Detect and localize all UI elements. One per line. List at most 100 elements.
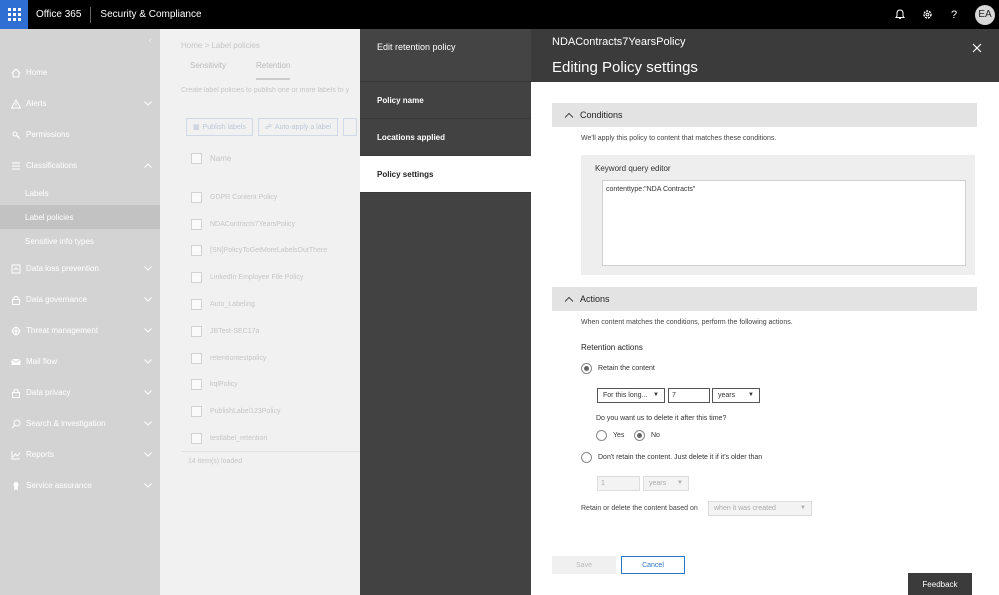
kqe-label: Keyword query editor xyxy=(595,164,671,173)
row-name: Auto_Labeling xyxy=(210,301,255,309)
table-row[interactable]: PublishLabel123Policy xyxy=(191,398,327,425)
dlp-icon xyxy=(10,263,21,274)
yes-radio[interactable] xyxy=(596,430,607,441)
row-checkbox[interactable] xyxy=(191,406,202,418)
dropdown-arrow-icon: ▼ xyxy=(677,480,683,486)
nav-item-permissions[interactable]: Permissions xyxy=(0,119,160,150)
row-checkbox[interactable] xyxy=(191,272,202,284)
nav-item-service-assurance[interactable]: Service assurance xyxy=(0,470,160,501)
nav-subitem-labels[interactable]: Labels xyxy=(0,181,160,205)
row-checkbox[interactable] xyxy=(191,325,202,337)
dont-retain-radio[interactable] xyxy=(581,452,592,463)
step-policy-name[interactable]: Policy name xyxy=(360,82,531,119)
table-row[interactable]: JBTest-SEC17a xyxy=(191,318,327,345)
nav-subitem-sensitive-info-types[interactable]: Sensitive info types xyxy=(0,229,160,253)
based-on-label: Retain or delete the content based on xyxy=(581,505,698,512)
items-loaded-count: 14 item(s) loaded xyxy=(188,458,243,465)
help-icon[interactable]: ? xyxy=(948,9,960,21)
duration-value-input[interactable]: 7 xyxy=(668,388,710,403)
based-on-select[interactable]: when it was created ▼ xyxy=(708,501,812,516)
retain-label: Retain the content xyxy=(598,365,655,372)
publish-labels-label: Publish labels xyxy=(202,123,246,131)
step-policy-settings[interactable]: Policy settings xyxy=(360,156,531,193)
chevron-down-icon xyxy=(144,481,152,490)
table-row[interactable]: LinkedIn Employee File Policy xyxy=(191,264,327,291)
duration-unit-select[interactable]: years ▼ xyxy=(712,388,760,403)
row-checkbox[interactable] xyxy=(191,218,202,230)
nav-item-reports[interactable]: Reports xyxy=(0,439,160,470)
breadcrumb[interactable]: Home > Label policies xyxy=(181,41,260,50)
yes-label: Yes xyxy=(613,432,625,439)
nav-label: Reports xyxy=(26,450,55,459)
nav-label: Data loss prevention xyxy=(26,264,99,273)
nav-item-data-loss-prevention[interactable]: Data loss prevention xyxy=(0,253,160,284)
table-row[interactable]: [SN]PolicyToGetMoreLabelsOutThere xyxy=(191,238,327,265)
dont-retain-unit-value: years xyxy=(649,480,667,487)
column-name-header[interactable]: Name xyxy=(210,154,231,163)
nav-item-search-investigation[interactable]: Search & investigation xyxy=(0,408,160,439)
step-locations-applied[interactable]: Locations applied xyxy=(360,119,531,156)
save-button[interactable]: Save xyxy=(552,556,616,574)
tab-sensitivity[interactable]: Sensitivity xyxy=(190,61,226,80)
retain-radio[interactable] xyxy=(581,363,592,374)
duration-select[interactable]: For this long... ▼ xyxy=(597,388,665,403)
gear-icon[interactable] xyxy=(921,9,933,21)
delete-yes-option[interactable]: Yes xyxy=(596,430,624,441)
conditions-section-header[interactable]: Conditions xyxy=(552,103,977,127)
row-checkbox[interactable] xyxy=(191,433,202,445)
row-checkbox[interactable] xyxy=(191,352,202,364)
page-title: Editing Policy settings xyxy=(552,59,698,76)
row-checkbox[interactable] xyxy=(191,379,202,391)
table-row[interactable]: Auto_Labeling xyxy=(191,291,327,318)
publish-labels-button[interactable]: ▦ Publish labels xyxy=(186,118,253,136)
more-button[interactable] xyxy=(342,118,357,136)
table-row[interactable]: retentiontestpolicy xyxy=(191,345,327,372)
editing-panel: NDAContracts7YearsPolicy Editing Policy … xyxy=(531,29,999,595)
no-radio[interactable] xyxy=(634,430,645,441)
nav-item-mail-flow[interactable]: Mail flow xyxy=(0,346,160,377)
tab-retention[interactable]: Retention xyxy=(256,61,291,80)
nav-item-alerts[interactable]: Alerts xyxy=(0,88,160,119)
row-checkbox[interactable] xyxy=(191,299,202,311)
app-launcher-button[interactable] xyxy=(0,0,28,29)
nav-item-home[interactable]: Home xyxy=(0,57,160,88)
cancel-button[interactable]: Cancel xyxy=(621,556,685,574)
table-row[interactable]: NDAContracts7YearsPolicy xyxy=(191,211,327,238)
auto-apply-label-button[interactable]: ☍ Auto-apply a label xyxy=(257,118,338,136)
avatar[interactable]: EA xyxy=(975,4,995,25)
delete-no-option[interactable]: No xyxy=(634,430,660,441)
collapse-nav-icon[interactable]: ‹ xyxy=(149,35,152,46)
service-icon xyxy=(10,480,21,491)
dont-retain-unit-select[interactable]: years ▼ xyxy=(643,476,689,491)
table-row[interactable]: GDPR Content Policy xyxy=(191,184,327,211)
nav-item-data-privacy[interactable]: Data privacy xyxy=(0,377,160,408)
nav-item-data-governance[interactable]: Data governance xyxy=(0,284,160,315)
nav-label: Permissions xyxy=(26,130,70,139)
nav-subitem-label-policies[interactable]: Label policies xyxy=(0,205,160,229)
page-hint: Create label policies to publish one or … xyxy=(181,87,350,94)
table-row[interactable]: testlabel_retention xyxy=(191,425,327,452)
auto-apply-label: Auto-apply a label xyxy=(274,123,331,131)
suite-name[interactable]: Security & Compliance xyxy=(100,9,201,20)
actions-section-header[interactable]: Actions xyxy=(552,287,977,311)
dont-retain-label: Don't retain the content. Just delete it… xyxy=(598,454,763,461)
nav-item-classifications[interactable]: Classifications xyxy=(0,150,160,181)
app-name[interactable]: Office 365 xyxy=(36,9,81,20)
dont-retain-option[interactable]: Don't retain the content. Just delete it… xyxy=(581,452,762,463)
close-icon[interactable] xyxy=(972,43,984,55)
table-row[interactable]: kqlPolicy xyxy=(191,372,327,399)
waffle-icon xyxy=(7,8,21,21)
nav-item-threat-management[interactable]: Threat management xyxy=(0,315,160,346)
retain-content-option[interactable]: Retain the content xyxy=(581,363,655,374)
feedback-button[interactable]: Feedback xyxy=(908,573,972,595)
row-checkbox[interactable] xyxy=(191,245,202,257)
dont-retain-value-input[interactable]: 1 xyxy=(597,476,640,491)
retention-actions-label: Retention actions xyxy=(581,343,643,352)
nav-label: Data privacy xyxy=(26,388,71,397)
actions-description: When content matches the conditions, per… xyxy=(581,319,793,326)
keyword-query-input[interactable]: contenttype:"NDA Contracts" xyxy=(602,180,966,266)
bell-icon[interactable] xyxy=(894,9,906,21)
row-checkbox[interactable] xyxy=(191,191,202,203)
home-icon xyxy=(10,67,21,78)
select-all-checkbox[interactable] xyxy=(191,153,202,164)
